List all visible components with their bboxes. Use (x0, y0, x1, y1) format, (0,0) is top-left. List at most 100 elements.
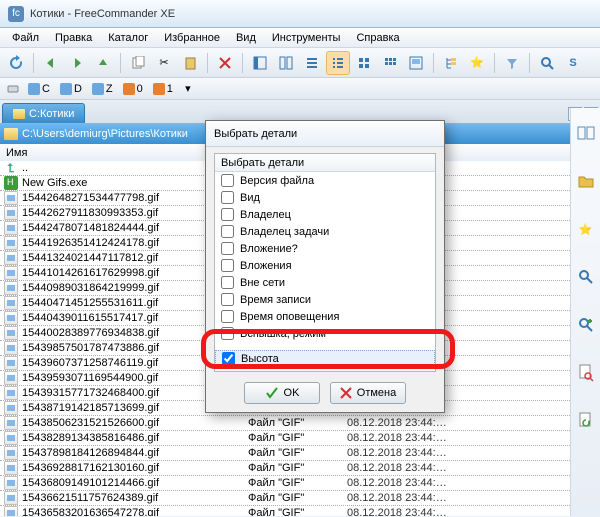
view-large-icons-icon[interactable] (352, 51, 376, 75)
dialog-title: Выбрать детали (206, 121, 444, 147)
drive-list-icon[interactable] (4, 80, 22, 98)
gif-icon (4, 296, 18, 310)
detail-option[interactable]: Вид (215, 189, 435, 206)
detail-option[interactable]: Версия файла (215, 172, 435, 189)
detail-checkbox[interactable] (221, 276, 234, 289)
up-icon[interactable] (91, 51, 115, 75)
gif-icon (4, 236, 18, 250)
view-thumbs-icon[interactable] (404, 51, 428, 75)
forward-icon[interactable] (65, 51, 89, 75)
file-row[interactable]: 15438506231521526600.gifФайл "GIF"08.12.… (0, 416, 570, 431)
detail-option[interactable]: Вне сети (215, 274, 435, 291)
detail-option[interactable]: Время оповещения (215, 308, 435, 325)
detail-checkbox[interactable] (221, 208, 234, 221)
file-row[interactable]: 15436928817162130160.gifФайл "GIF"08.12.… (0, 461, 570, 476)
star-icon[interactable]: ⭐ (576, 219, 596, 239)
folder-icon (13, 109, 25, 119)
view-list-icon[interactable] (300, 51, 324, 75)
back-icon[interactable] (39, 51, 63, 75)
drive-menu-icon[interactable]: ▾ (179, 80, 197, 98)
window-title: Котики - FreeCommander XE (30, 8, 175, 20)
filter-icon[interactable] (500, 51, 524, 75)
tree-icon[interactable] (439, 51, 463, 75)
file-row[interactable]: 15436809149101214466.gifФайл "GIF"08.12.… (0, 476, 570, 491)
folder-icon[interactable] (576, 171, 596, 191)
drive-d[interactable]: D (56, 83, 86, 95)
menu-edit[interactable]: Правка (47, 30, 100, 46)
menu-file[interactable]: Файл (4, 30, 47, 46)
cancel-button[interactable]: Отмена (330, 382, 406, 404)
detail-option[interactable]: Вложение? (215, 240, 435, 257)
drive-c[interactable]: C (24, 83, 54, 95)
detail-checkbox[interactable] (222, 352, 235, 365)
drive-0[interactable]: 0 (119, 83, 147, 95)
menu-view[interactable]: Вид (228, 30, 264, 46)
detail-option[interactable]: Вложения (215, 257, 435, 274)
main-toolbar: ✂ ⭐ S (0, 48, 600, 78)
dialog-list-header[interactable]: Выбрать детали (215, 154, 435, 172)
detail-label: Владелец задачи (240, 226, 329, 238)
view-nav-icon[interactable] (248, 51, 272, 75)
detail-checkbox[interactable] (221, 327, 234, 340)
menu-catalog[interactable]: Каталог (100, 30, 156, 46)
favorites-icon[interactable]: ⭐ (465, 51, 489, 75)
view-split-icon[interactable] (274, 51, 298, 75)
file-name: 15436928817162130160.gif (22, 462, 244, 474)
add-search-icon[interactable] (576, 315, 596, 335)
detail-checkbox[interactable] (221, 242, 234, 255)
menu-help[interactable]: Справка (348, 30, 407, 46)
view-icon[interactable] (576, 123, 596, 143)
gif-icon (4, 191, 18, 205)
detail-label: Вид (240, 192, 260, 204)
gif-icon (4, 446, 18, 460)
drive-toolbar: C D Z 0 1 ▾ (0, 78, 600, 100)
detail-option[interactable]: Владелец задачи (215, 223, 435, 240)
tab-active[interactable]: C:Котики (2, 103, 85, 123)
delete-icon[interactable] (213, 51, 237, 75)
refresh-icon[interactable] (4, 51, 28, 75)
file-row[interactable]: 15436583201636547278.gifФайл "GIF"08.12.… (0, 506, 570, 516)
view-details-icon[interactable] (326, 51, 350, 75)
folder-icon (4, 128, 18, 140)
doc-search-icon[interactable] (576, 363, 596, 383)
refresh-doc-icon[interactable] (576, 411, 596, 431)
file-date: 08.12.2018 23:44:… (347, 417, 447, 429)
menu-favorites[interactable]: Избранное (156, 30, 228, 46)
cut-icon[interactable]: ✂ (152, 51, 176, 75)
file-date: 08.12.2018 23:44:… (347, 447, 447, 459)
file-name: 15436621511757624389.gif (22, 492, 244, 504)
detail-checkbox[interactable] (221, 191, 234, 204)
file-row[interactable]: 15438289134385816486.gifФайл "GIF"08.12.… (0, 431, 570, 446)
gif-icon (4, 416, 18, 430)
file-date: 08.12.2018 23:44:… (347, 477, 447, 489)
drive-1[interactable]: 1 (149, 83, 177, 95)
file-row[interactable]: 15437898184126894844.gifФайл "GIF"08.12.… (0, 446, 570, 461)
file-row[interactable]: 15436621511757624389.gifФайл "GIF"08.12.… (0, 491, 570, 506)
detail-checkbox[interactable] (221, 225, 234, 238)
detail-checkbox[interactable] (221, 293, 234, 306)
view-small-icons-icon[interactable] (378, 51, 402, 75)
file-date: 08.12.2018 23:44:… (347, 507, 447, 516)
quick-search-icon[interactable]: S (561, 51, 585, 75)
menu-tools[interactable]: Инструменты (264, 30, 349, 46)
up-icon: ⮤ (4, 161, 18, 175)
detail-checkbox[interactable] (221, 259, 234, 272)
ok-button[interactable]: OK (244, 382, 320, 404)
detail-option[interactable]: Высота (215, 350, 435, 367)
detail-option[interactable]: Время записи (215, 291, 435, 308)
column-name[interactable]: Имя (6, 147, 27, 159)
detail-label: Вне сети (240, 277, 285, 289)
search-icon[interactable] (535, 51, 559, 75)
drive-z[interactable]: Z (88, 83, 117, 95)
detail-checkbox[interactable] (221, 174, 234, 187)
paste-icon[interactable] (178, 51, 202, 75)
detail-option[interactable]: Владелец (215, 206, 435, 223)
detail-option[interactable]: Вспышка, режим (215, 325, 435, 342)
gif-icon (4, 461, 18, 475)
file-type: Файл "GIF" (248, 477, 343, 489)
copy-icon[interactable] (126, 51, 150, 75)
gif-icon (4, 356, 18, 370)
detail-checkbox[interactable] (221, 310, 234, 323)
detail-label: Вспышка, режим (240, 328, 326, 340)
find-icon[interactable] (576, 267, 596, 287)
